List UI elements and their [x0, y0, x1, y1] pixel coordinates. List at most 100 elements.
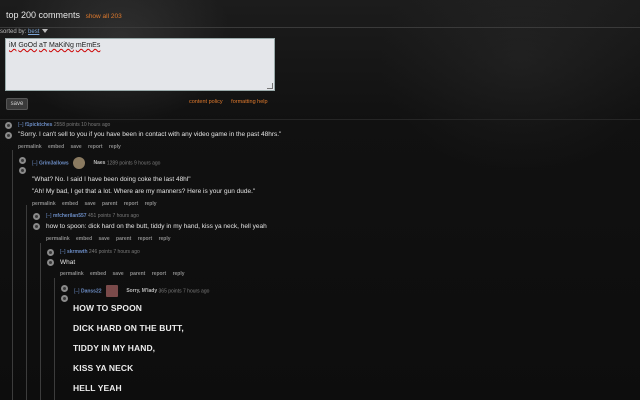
comment-actions: permalink embed save parent report reply: [60, 271, 190, 277]
save-button[interactable]: save: [6, 98, 28, 110]
report-link[interactable]: report: [88, 144, 102, 150]
report-link[interactable]: report: [124, 201, 138, 207]
resize-handle-icon[interactable]: [267, 83, 273, 89]
author-link[interactable]: Grim3allows: [39, 160, 69, 166]
chevron-down-icon[interactable]: [42, 29, 49, 34]
score-time: 246 points 7 hours ago: [88, 249, 140, 255]
comments-title: top 200 comments: [6, 10, 81, 20]
flair-avatar-icon: [73, 157, 86, 169]
permalink-link[interactable]: permalink: [60, 271, 84, 277]
thread-line: [12, 150, 13, 400]
editor-word: aT: [38, 42, 48, 49]
permalink-link[interactable]: permalink: [46, 236, 70, 242]
editor-word: MaKiNg: [48, 42, 74, 49]
thread-line: [54, 278, 55, 400]
comment-actions: permalink embed save parent report reply: [46, 236, 176, 242]
author-link[interactable]: Danss22: [81, 288, 102, 294]
comment-tagline: [–] mfcherilan557 451 points 7 hours ago: [46, 213, 139, 219]
upvote-icon[interactable]: [19, 157, 26, 164]
page: top 200 comments show all 203 sorted by:…: [0, 0, 640, 400]
formatting-help-link[interactable]: formatting help: [231, 99, 267, 105]
vote-arrows: [33, 213, 41, 233]
reply-link[interactable]: reply: [173, 271, 185, 277]
comment-actions: permalink embed save parent report reply: [32, 201, 162, 207]
score-time: 365 points 7 hours ago: [158, 288, 210, 295]
comment-body-line: HELL YEAH: [73, 383, 122, 393]
comment-textarea[interactable]: iM GoOd aT MaKiNg mEmEs: [5, 38, 275, 91]
comment-actions: permalink embed save report reply: [18, 144, 126, 150]
comment-body: how to spoon: dick hard on the butt, tid…: [46, 223, 267, 230]
vote-arrows: [47, 249, 55, 269]
vote-arrows: [61, 285, 69, 305]
comment-body: What: [60, 259, 76, 266]
save-link[interactable]: save: [99, 236, 110, 242]
parent-link[interactable]: parent: [116, 236, 131, 242]
comment-body-line: DICK HARD ON THE BUTT,: [73, 323, 184, 333]
vote-arrows: [19, 157, 27, 177]
sort-dropdown[interactable]: best: [28, 29, 39, 35]
comment-tagline: [–] f1picktches 2558 points 10 hours ago: [18, 122, 110, 128]
parent-link[interactable]: parent: [130, 271, 145, 277]
downvote-icon[interactable]: [5, 132, 12, 139]
upvote-icon[interactable]: [47, 249, 54, 256]
comment-body-line: HOW TO SPOON: [73, 303, 143, 313]
user-flair: Sorry, M'lady: [126, 288, 158, 295]
reply-link[interactable]: reply: [159, 236, 171, 242]
save-link[interactable]: save: [113, 271, 124, 277]
downvote-icon[interactable]: [61, 295, 68, 302]
report-link[interactable]: report: [138, 236, 152, 242]
downvote-icon[interactable]: [33, 223, 40, 230]
comment-tagline: [–] Danss22 Sorry, M'lady 365 points 7 h…: [74, 285, 209, 297]
editor-word: mEmEs: [75, 42, 101, 49]
thread-line: [40, 243, 41, 400]
report-link[interactable]: report: [152, 271, 166, 277]
reply-link[interactable]: reply: [109, 144, 121, 150]
save-link[interactable]: save: [85, 201, 96, 207]
thread-line: [26, 205, 27, 400]
upvote-icon[interactable]: [33, 213, 40, 220]
embed-link[interactable]: embed: [76, 236, 92, 242]
vote-arrows: [5, 122, 13, 142]
form-links: content policy formatting help: [189, 99, 275, 105]
divider: [0, 119, 640, 120]
collapse-toggle[interactable]: [–]: [60, 249, 66, 255]
sort-control: sorted by: best: [0, 29, 49, 35]
reply-link[interactable]: reply: [145, 201, 157, 207]
embed-link[interactable]: embed: [90, 271, 106, 277]
flair-avatar-icon: [105, 285, 118, 297]
collapse-toggle[interactable]: [–]: [46, 213, 52, 219]
sort-label: sorted by:: [0, 29, 27, 35]
content-policy-link[interactable]: content policy: [189, 99, 223, 105]
embed-link[interactable]: embed: [48, 144, 64, 150]
comment-body-line: KISS YA NECK: [73, 363, 134, 373]
parent-link[interactable]: parent: [102, 201, 117, 207]
author-link[interactable]: skrmwth: [67, 249, 88, 255]
score-time: 2558 points 10 hours ago: [53, 122, 111, 128]
comment-tagline: [–] Grim3allows Naes 1289 points 9 hours…: [32, 157, 160, 169]
collapse-toggle[interactable]: [–]: [32, 160, 38, 166]
downvote-icon[interactable]: [47, 259, 54, 266]
embed-link[interactable]: embed: [62, 201, 78, 207]
permalink-link[interactable]: permalink: [32, 201, 56, 207]
upvote-icon[interactable]: [61, 285, 68, 292]
author-link[interactable]: f1picktches: [25, 122, 53, 128]
save-link[interactable]: save: [71, 144, 82, 150]
show-all-link[interactable]: show all 203: [86, 13, 122, 20]
comment-body: "What? No. I said I have been doing coke…: [32, 176, 191, 183]
collapse-toggle[interactable]: [–]: [18, 122, 24, 128]
downvote-icon[interactable]: [19, 167, 26, 174]
permalink-link[interactable]: permalink: [18, 144, 42, 150]
editor-word: iM: [9, 42, 17, 49]
upvote-icon[interactable]: [5, 122, 12, 129]
editor-word: GoOd: [18, 42, 38, 49]
score-time: 1289 points 9 hours ago: [106, 160, 161, 167]
divider: [0, 27, 640, 28]
comment-body: "Ah! My bad, I get that a lot. Where are…: [32, 188, 256, 195]
comment-body-line: TIDDY IN MY HAND,: [73, 343, 156, 353]
comment-body: "Sorry. I can't sell to you if you have …: [18, 131, 282, 138]
author-link[interactable]: mfcherilan557: [53, 213, 87, 219]
score-time: 451 points 7 hours ago: [87, 213, 139, 219]
collapse-toggle[interactable]: [–]: [74, 288, 80, 294]
user-flair: Naes: [93, 160, 106, 167]
comment-tagline: [–] skrmwth 246 points 7 hours ago: [60, 249, 140, 255]
